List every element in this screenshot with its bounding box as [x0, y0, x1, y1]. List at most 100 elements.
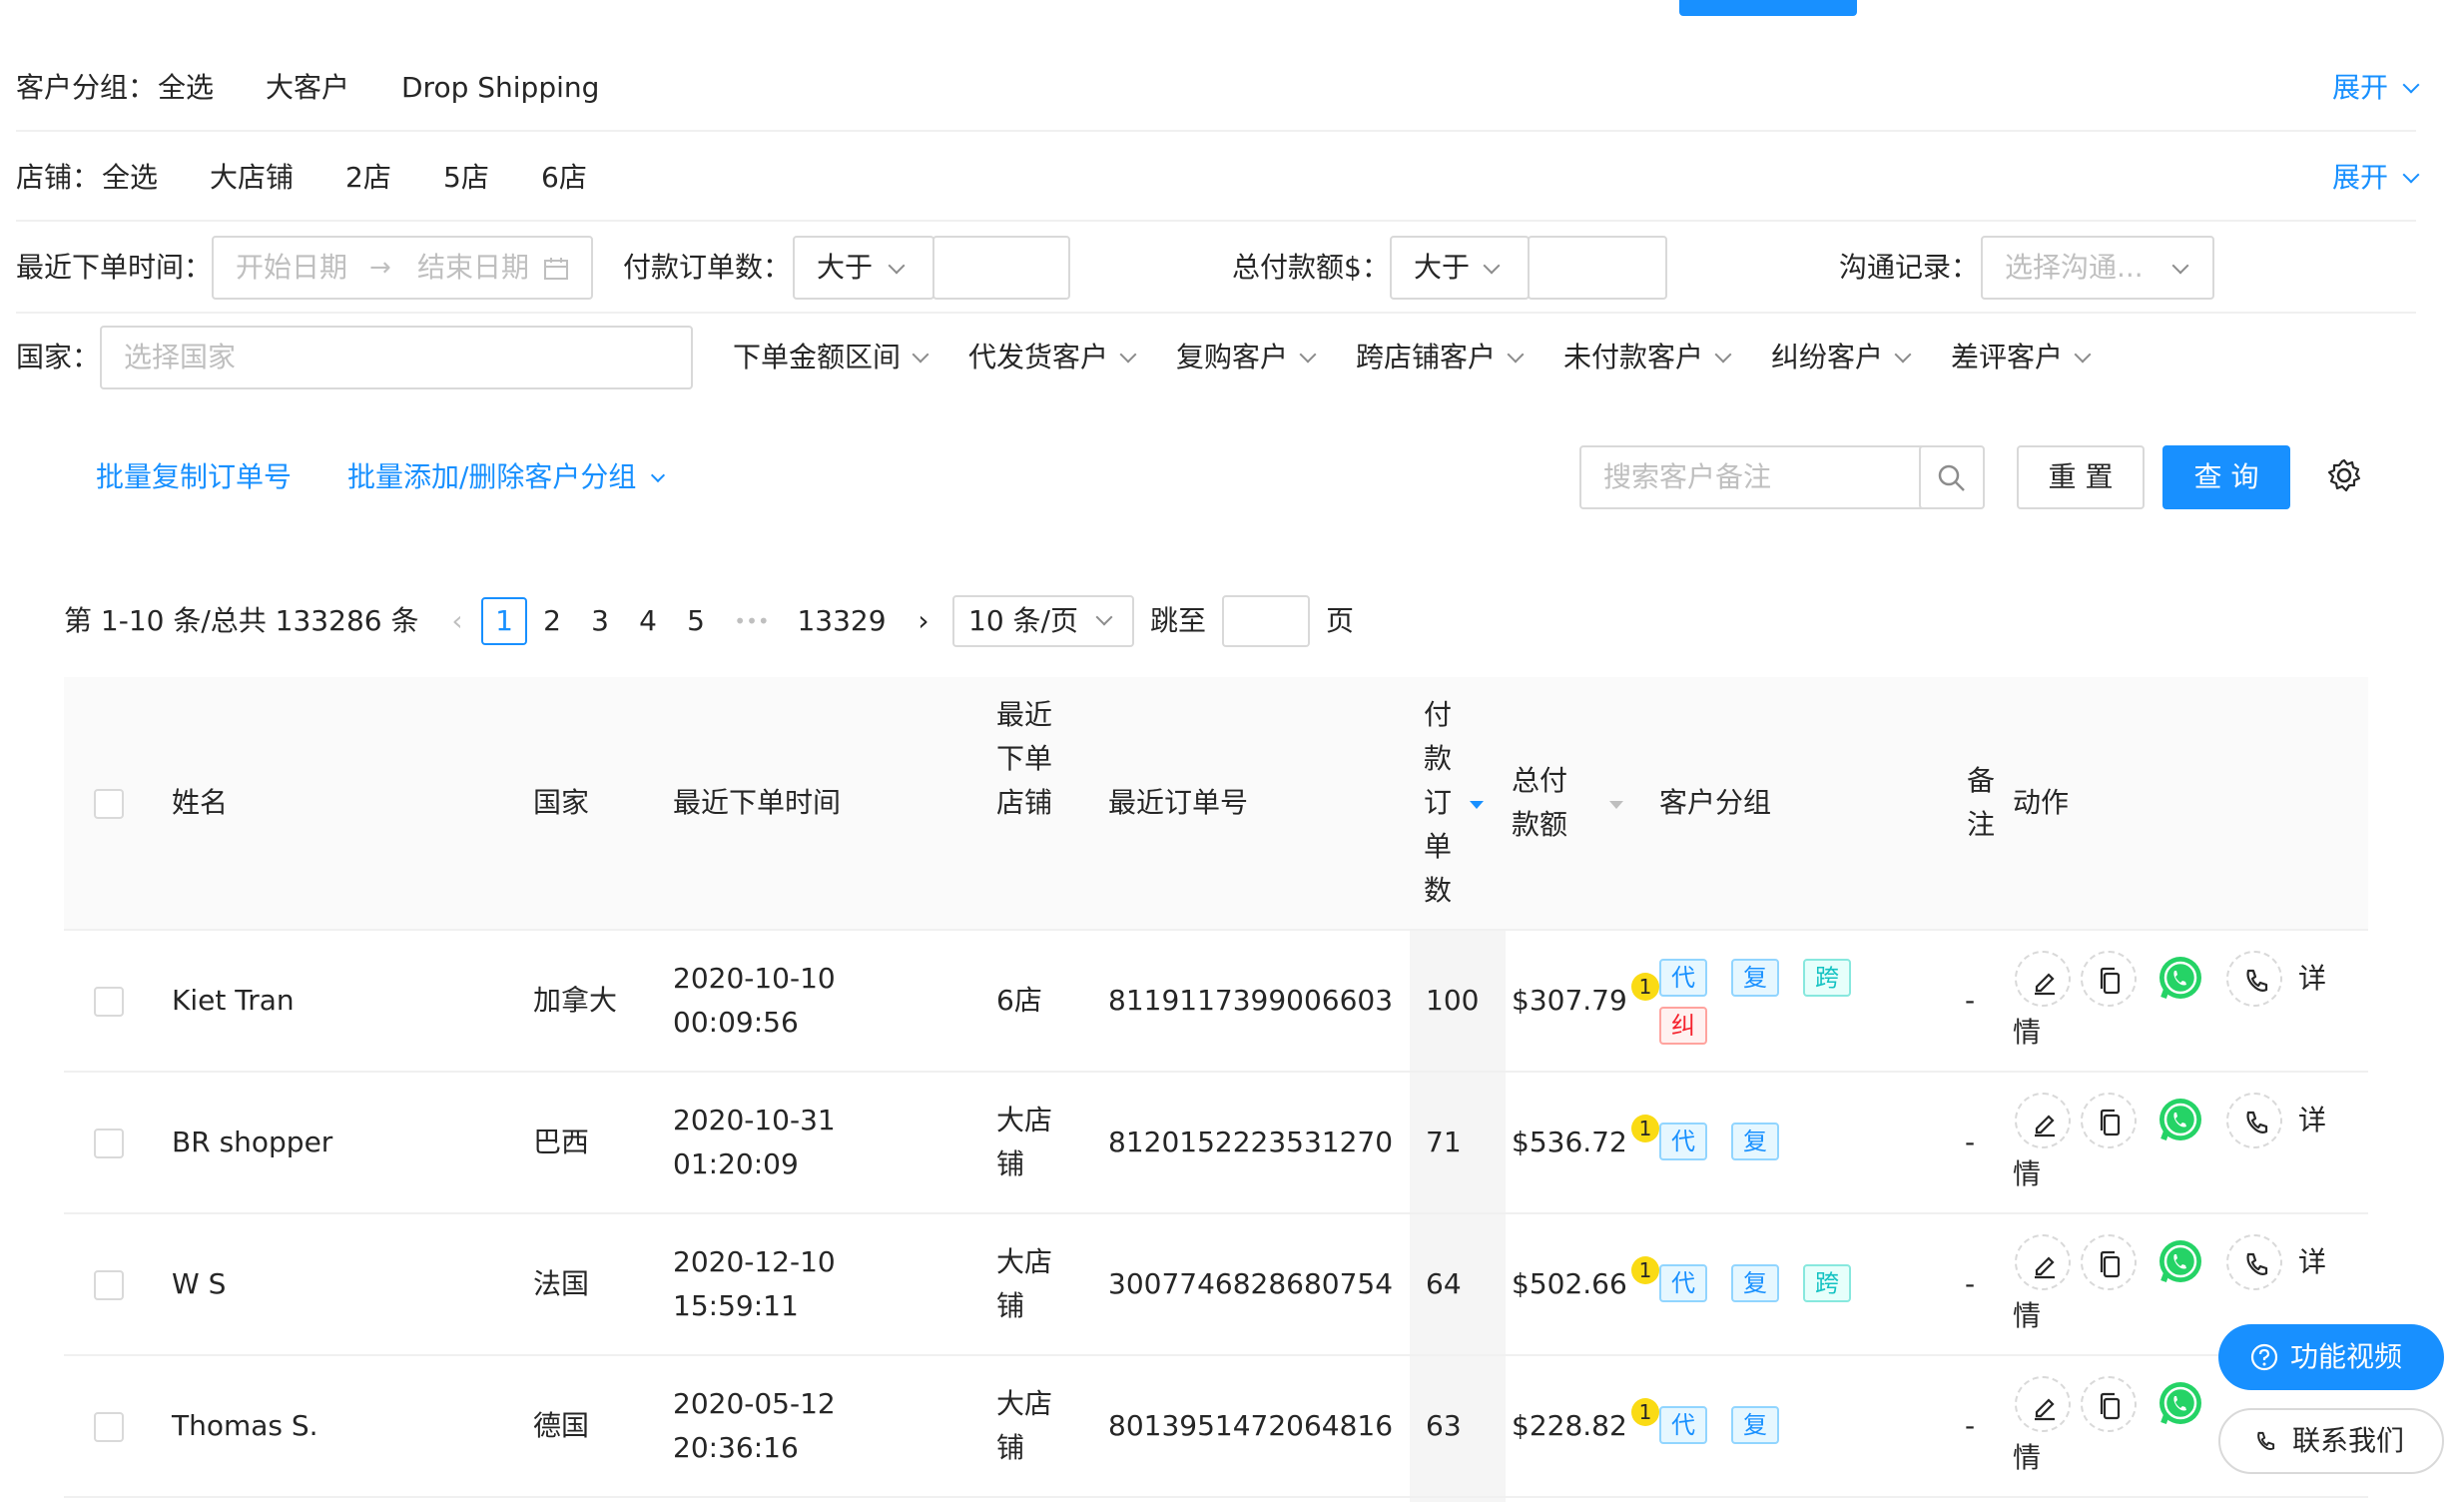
- detail-link-wrap[interactable]: 情: [2013, 1436, 2041, 1480]
- detail-link-wrap[interactable]: 情: [2013, 1011, 2041, 1055]
- store-option-big[interactable]: 大店铺: [210, 156, 294, 200]
- cross-store-customer-dropdown[interactable]: 跨店铺客户: [1356, 338, 1525, 377]
- header-recent-order[interactable]: 最近订单号: [1108, 781, 1248, 825]
- page-size-select[interactable]: 10 条/页: [952, 595, 1134, 647]
- copy-icon[interactable]: [2081, 1234, 2137, 1290]
- group-option-big-customer[interactable]: 大客户: [266, 66, 349, 110]
- row-checkbox[interactable]: [94, 987, 124, 1017]
- reset-button[interactable]: 重 置: [2017, 445, 2145, 509]
- search-icon: [1938, 464, 1965, 491]
- page-5-button[interactable]: 5: [681, 599, 711, 643]
- store-cell: 大店: [996, 1387, 1053, 1420]
- total-paid-input[interactable]: [1528, 236, 1667, 300]
- header-note[interactable]: 备 注: [1967, 759, 1997, 847]
- detail-link[interactable]: 详: [2298, 1240, 2326, 1284]
- customer-name-link[interactable]: Kiet Tran: [172, 979, 295, 1023]
- store-option-all[interactable]: 全选: [102, 156, 158, 200]
- whatsapp-icon[interactable]: [2155, 1236, 2206, 1288]
- top-action-button[interactable]: [1679, 0, 1857, 16]
- header-country[interactable]: 国家: [533, 781, 589, 825]
- order-number-link[interactable]: 3007746828680754: [1108, 1262, 1393, 1306]
- contact-us-button[interactable]: 联系我们: [2218, 1408, 2444, 1474]
- page-2-button[interactable]: 2: [537, 599, 567, 643]
- bulk-group-dropdown[interactable]: 批量添加/删除客户分组: [347, 455, 666, 499]
- order-number-link[interactable]: 8013951472064816: [1108, 1404, 1393, 1448]
- paid-orders-operator-select[interactable]: 大于: [793, 236, 934, 300]
- whatsapp-icon[interactable]: [2155, 1095, 2206, 1146]
- store-option-6[interactable]: 6店: [541, 156, 587, 200]
- repeat-customer-dropdown[interactable]: 复购客户: [1176, 338, 1317, 377]
- paid-orders-label: 付款订单数：: [623, 251, 792, 284]
- dropship-customer-dropdown[interactable]: 代发货客户: [968, 338, 1137, 377]
- customer-name-link[interactable]: BR shopper: [172, 1121, 332, 1164]
- settings-gear-icon[interactable]: [2326, 457, 2362, 493]
- whatsapp-icon[interactable]: [2155, 1378, 2206, 1430]
- feature-video-button[interactable]: 功能视频: [2218, 1324, 2444, 1390]
- whatsapp-icon[interactable]: [2155, 953, 2206, 1005]
- store-option-5[interactable]: 5店: [443, 156, 489, 200]
- copy-icon[interactable]: [2081, 951, 2137, 1007]
- dropdown-label: 下单金额区间: [733, 341, 902, 374]
- note-search-input[interactable]: 搜索客户备注: [1579, 445, 1933, 509]
- select-all-checkbox[interactable]: [94, 789, 124, 819]
- header-name[interactable]: 姓名: [172, 781, 228, 825]
- header-recent-time[interactable]: 最近下单时间: [673, 781, 841, 825]
- group-expand-link[interactable]: 展开: [2332, 66, 2420, 110]
- phone-icon[interactable]: [2226, 1234, 2282, 1290]
- last-page-button[interactable]: 13329: [795, 599, 889, 643]
- group-option-all[interactable]: 全选: [158, 66, 214, 110]
- store-expand-link[interactable]: 展开: [2332, 156, 2420, 200]
- page-1-button[interactable]: 1: [481, 597, 527, 645]
- calendar-icon: [544, 258, 568, 280]
- recent-time: 20:36:16: [673, 1431, 799, 1464]
- edit-icon[interactable]: [2015, 1376, 2071, 1432]
- bad-review-customer-dropdown[interactable]: 差评客户: [1951, 338, 2092, 377]
- total-paid-operator-select[interactable]: 大于: [1390, 236, 1530, 300]
- header-paid-count[interactable]: 付 款 订 单 数: [1424, 693, 1454, 913]
- order-number-link[interactable]: 8119117399006603: [1108, 979, 1393, 1023]
- detail-link-wrap[interactable]: 情: [2013, 1152, 2041, 1196]
- unpaid-customer-dropdown[interactable]: 未付款客户: [1563, 338, 1732, 377]
- phone-icon[interactable]: [2226, 1093, 2282, 1148]
- paid-orders-input[interactable]: [932, 236, 1070, 300]
- row-checkbox[interactable]: [94, 1412, 124, 1442]
- total-paid-cell: $307.79: [1512, 984, 1627, 1017]
- bulk-copy-orders-link[interactable]: 批量复制订单号: [96, 455, 292, 499]
- jump-page-input[interactable]: [1222, 595, 1310, 647]
- date-range-picker[interactable]: 开始日期 → 结束日期: [212, 236, 593, 300]
- detail-link[interactable]: 详: [2298, 1099, 2326, 1142]
- header-part: 付: [1424, 698, 1453, 731]
- edit-icon[interactable]: [2015, 951, 2071, 1007]
- edit-icon[interactable]: [2015, 1093, 2071, 1148]
- page-4-button[interactable]: 4: [633, 599, 663, 643]
- communication-select[interactable]: 选择沟通...: [1981, 236, 2214, 300]
- sort-desc-icon[interactable]: [1607, 799, 1625, 811]
- query-button[interactable]: 查 询: [2162, 445, 2290, 509]
- search-button[interactable]: [1919, 445, 1985, 509]
- header-recent-store[interactable]: 最近 下单 店铺: [996, 693, 1056, 825]
- detail-link-wrap[interactable]: 情: [2013, 1294, 2041, 1338]
- edit-icon[interactable]: [2015, 1234, 2071, 1290]
- row-checkbox[interactable]: [94, 1270, 124, 1300]
- ellipsis-pages[interactable]: •••: [729, 599, 775, 643]
- country-select[interactable]: 选择国家: [100, 326, 693, 389]
- header-total-paid[interactable]: 总付 款额: [1512, 759, 1571, 847]
- next-page-icon[interactable]: ›: [909, 599, 938, 643]
- prev-page-icon[interactable]: ‹: [443, 599, 471, 643]
- customer-name-link[interactable]: Thomas S.: [172, 1404, 318, 1448]
- copy-icon[interactable]: [2081, 1093, 2137, 1148]
- row-checkbox[interactable]: [94, 1128, 124, 1158]
- store-option-2[interactable]: 2店: [345, 156, 391, 200]
- header-part: 注: [1967, 808, 1996, 841]
- detail-link[interactable]: 详: [2298, 957, 2326, 1001]
- copy-icon[interactable]: [2081, 1376, 2137, 1432]
- group-option-drop-shipping[interactable]: Drop Shipping: [401, 66, 599, 110]
- customer-name-link[interactable]: W S: [172, 1262, 226, 1306]
- page-3-button[interactable]: 3: [585, 599, 615, 643]
- dispute-customer-dropdown[interactable]: 纠纷客户: [1771, 338, 1912, 377]
- order-amount-range-dropdown[interactable]: 下单金额区间: [733, 338, 929, 377]
- sort-desc-active-icon[interactable]: [1468, 799, 1486, 811]
- phone-icon[interactable]: [2226, 951, 2282, 1007]
- header-group[interactable]: 客户分组: [1659, 781, 1771, 825]
- order-number-link[interactable]: 8120152223531270: [1108, 1121, 1393, 1164]
